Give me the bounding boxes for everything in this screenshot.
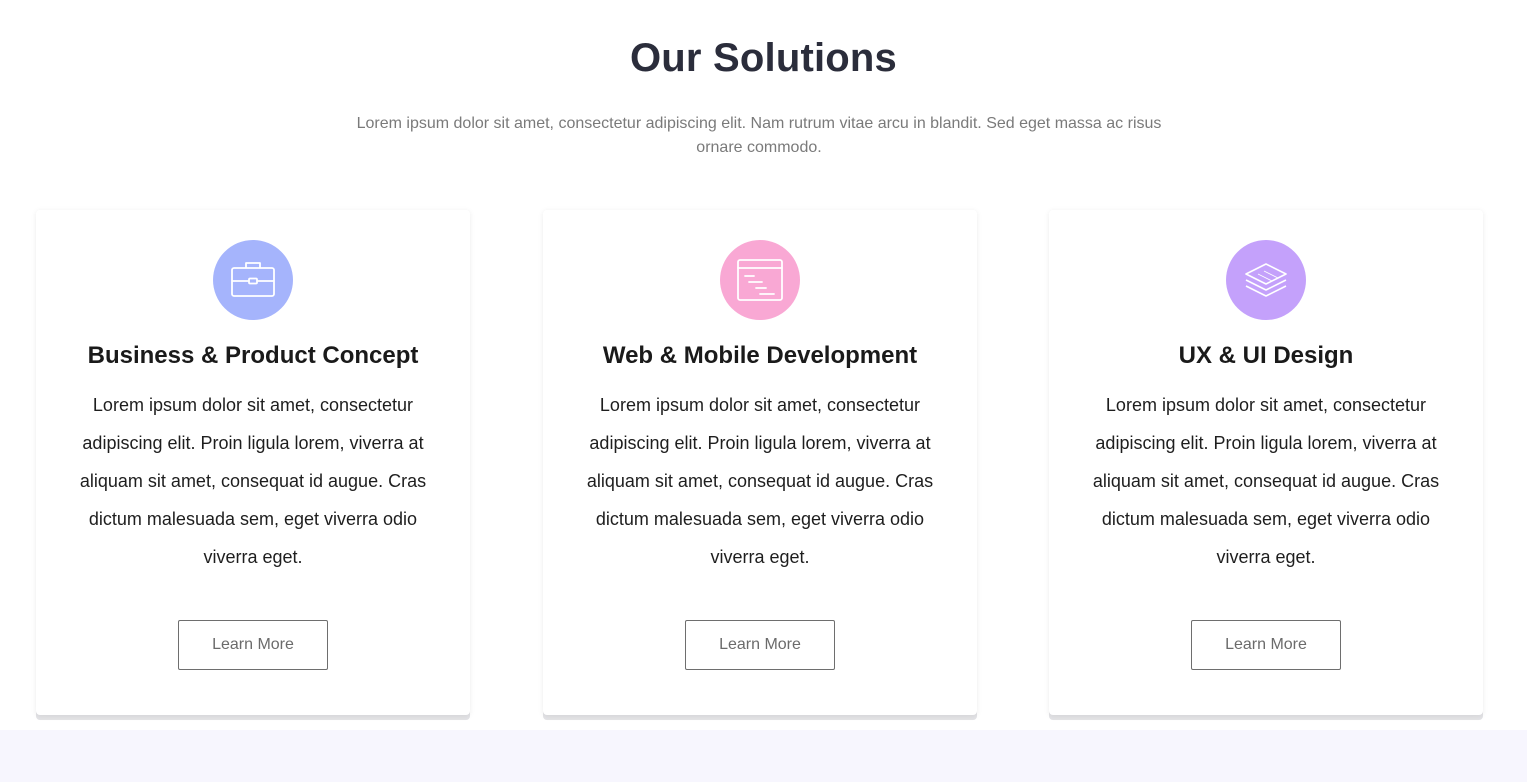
section-subtitle: Lorem ipsum dolor sit amet, consectetur … (356, 115, 1162, 156)
solutions-cards: Business & Product Concept Lorem ipsum d… (36, 210, 1484, 715)
card-text: Lorem ipsum dolor sit amet, consectetur … (586, 395, 934, 567)
card-text: Lorem ipsum dolor sit amet, consectetur … (79, 395, 427, 567)
learn-more-button[interactable]: Learn More (178, 620, 328, 670)
solution-card-ux-ui: UX & UI Design Lorem ipsum dolor sit ame… (1049, 210, 1483, 715)
card-title: UX & UI Design (1178, 342, 1354, 369)
layers-icon (1226, 240, 1306, 320)
briefcase-icon (213, 240, 293, 320)
next-section-band (0, 730, 1527, 782)
section-title: Our Solutions (629, 36, 898, 80)
solutions-page: Our Solutions Lorem ipsum dolor sit amet… (0, 0, 1527, 782)
card-title: Web & Mobile Development (602, 342, 918, 369)
card-title: Business & Product Concept (87, 342, 419, 369)
learn-more-button[interactable]: Learn More (685, 620, 835, 670)
solution-card-business: Business & Product Concept Lorem ipsum d… (36, 210, 470, 715)
learn-more-button[interactable]: Learn More (1191, 620, 1341, 670)
solution-card-web-mobile: Web & Mobile Development Lorem ipsum dol… (543, 210, 977, 715)
card-text: Lorem ipsum dolor sit amet, consectetur … (1092, 395, 1440, 567)
browser-code-icon (720, 240, 800, 320)
